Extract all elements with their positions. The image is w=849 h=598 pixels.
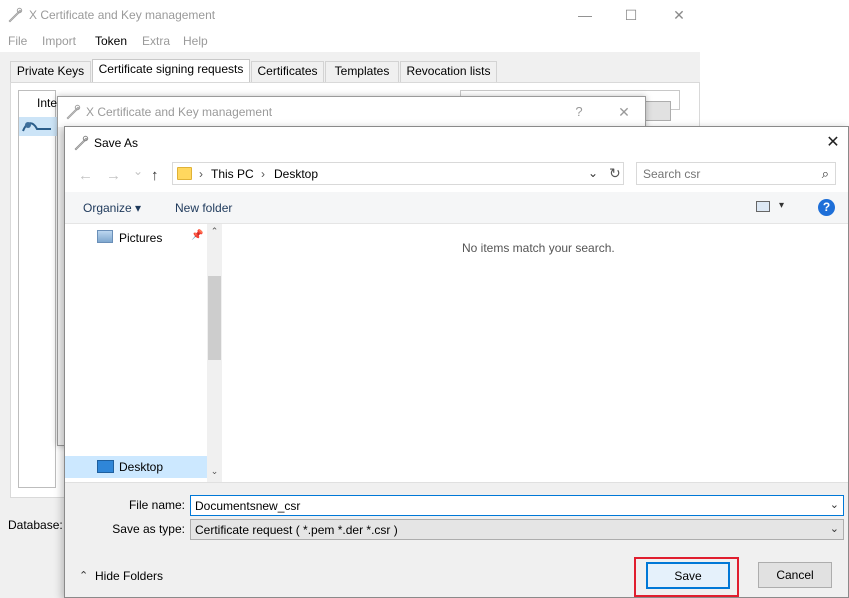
breadcrumb-separator-icon: › bbox=[261, 167, 265, 181]
list-header-internal-name[interactable]: Inte bbox=[37, 96, 57, 110]
breadcrumb-separator-icon: › bbox=[199, 167, 203, 181]
save-as-title: Save As bbox=[94, 136, 139, 150]
nav-item-desktop[interactable]: Desktop bbox=[65, 456, 207, 478]
export-dialog-help-button[interactable]: ? bbox=[556, 97, 602, 127]
refresh-icon[interactable]: ↻ bbox=[609, 165, 621, 182]
menu-help[interactable]: Help bbox=[183, 34, 208, 48]
csr-icon bbox=[22, 122, 51, 132]
menu-extra[interactable]: Extra bbox=[142, 34, 170, 48]
file-name-label: File name: bbox=[128, 498, 185, 512]
side-button[interactable] bbox=[645, 101, 671, 121]
breadcrumb-desktop[interactable]: Desktop bbox=[274, 167, 318, 181]
app-icon bbox=[66, 104, 81, 120]
nav-scrollbar[interactable]: ⌃ ⌄ bbox=[207, 224, 222, 482]
export-dialog-title: X Certificate and Key management bbox=[86, 105, 273, 119]
nav-item-label: Pictures bbox=[119, 231, 163, 245]
save-as-type-value: Certificate request ( *.pem *.der *.csr … bbox=[195, 523, 398, 537]
hide-folders-label: Hide Folders bbox=[95, 569, 164, 583]
menu-token[interactable]: Token bbox=[95, 34, 127, 48]
search-box[interactable]: ⌕ bbox=[636, 162, 836, 185]
export-dialog-close-button[interactable]: ✕ bbox=[601, 97, 647, 127]
command-bar: Organize ▾ New folder ▾ ? bbox=[65, 192, 848, 224]
nav-item-label: Desktop bbox=[119, 460, 164, 474]
navigation-pane: Pictures 📌 Desktop ⌃ ⌄ bbox=[65, 224, 222, 482]
forward-arrow-icon[interactable]: → bbox=[106, 167, 121, 184]
chevron-up-icon: ⌃ bbox=[79, 570, 89, 582]
export-dialog-titlebar: X Certificate and Key management ? ✕ bbox=[58, 97, 645, 127]
address-dropdown-chevron-icon[interactable]: ⌄ bbox=[588, 166, 598, 180]
organize-button[interactable]: Organize ▾ bbox=[83, 201, 141, 215]
search-input[interactable] bbox=[643, 166, 803, 182]
back-arrow-icon[interactable]: ← bbox=[78, 167, 93, 184]
pictures-icon bbox=[97, 230, 113, 243]
menubar: File Import Token Extra Help bbox=[0, 30, 700, 52]
main-window-title: X Certificate and Key management bbox=[29, 8, 216, 22]
save-as-dialog: Save As ✕ ← → ⌄ ↑ › This PC › Desktop ⌄ … bbox=[64, 126, 849, 598]
tab-certificates[interactable]: Certificates bbox=[251, 61, 324, 82]
list-item[interactable] bbox=[19, 117, 57, 136]
file-name-combobox[interactable]: ⌄ bbox=[190, 495, 844, 516]
new-folder-button[interactable]: New folder bbox=[175, 201, 232, 215]
maximize-button[interactable]: ☐ bbox=[608, 0, 654, 30]
app-icon bbox=[74, 135, 89, 151]
view-icon[interactable] bbox=[756, 201, 770, 212]
tab-private-keys[interactable]: Private Keys bbox=[10, 61, 91, 82]
csr-list[interactable] bbox=[18, 90, 56, 488]
recent-locations-chevron-icon[interactable]: ⌄ bbox=[133, 164, 143, 178]
breadcrumb-this-pc[interactable]: This PC bbox=[211, 167, 254, 181]
folder-icon bbox=[177, 167, 192, 180]
address-bar[interactable]: › This PC › Desktop ⌄ ↻ bbox=[172, 162, 624, 185]
tab-revocation-lists[interactable]: Revocation lists bbox=[400, 61, 497, 82]
menu-import[interactable]: Import bbox=[42, 34, 76, 48]
save-options-panel: File name: ⌄ Save as type: Certificate r… bbox=[65, 482, 848, 597]
file-list[interactable]: No items match your search. bbox=[222, 224, 848, 482]
up-arrow-icon[interactable]: ↑ bbox=[151, 167, 159, 184]
save-as-type-dropdown-chevron-icon[interactable]: ⌄ bbox=[830, 522, 839, 535]
address-row: ← → ⌄ ↑ › This PC › Desktop ⌄ ↻ ⌕ bbox=[65, 158, 848, 192]
scroll-up-icon[interactable]: ⌃ bbox=[207, 226, 222, 237]
scroll-thumb[interactable] bbox=[208, 276, 221, 360]
scroll-down-icon[interactable]: ⌄ bbox=[207, 466, 222, 477]
file-name-field[interactable] bbox=[195, 498, 795, 513]
tab-templates[interactable]: Templates bbox=[325, 61, 399, 82]
empty-message: No items match your search. bbox=[462, 241, 615, 255]
main-titlebar: X Certificate and Key management — ☐ ✕ bbox=[0, 0, 700, 30]
tab-certificate-signing-requests[interactable]: Certificate signing requests bbox=[92, 59, 250, 82]
search-icon[interactable]: ⌕ bbox=[822, 166, 829, 182]
menu-file[interactable]: File bbox=[8, 34, 27, 48]
app-icon bbox=[8, 7, 23, 23]
save-button[interactable]: Save bbox=[646, 562, 730, 589]
file-name-dropdown-chevron-icon[interactable]: ⌄ bbox=[830, 498, 839, 511]
view-dropdown-chevron-icon[interactable]: ▾ bbox=[779, 200, 784, 211]
help-icon[interactable]: ? bbox=[818, 199, 835, 216]
save-as-titlebar: Save As ✕ bbox=[65, 127, 848, 158]
save-as-close-button[interactable]: ✕ bbox=[818, 127, 848, 158]
desktop-icon bbox=[97, 460, 114, 473]
minimize-button[interactable]: — bbox=[562, 0, 608, 30]
hide-folders-button[interactable]: ⌃ Hide Folders bbox=[79, 568, 189, 584]
main-close-button[interactable]: ✕ bbox=[656, 0, 702, 30]
pin-icon[interactable]: 📌 bbox=[191, 230, 203, 241]
save-as-type-label: Save as type: bbox=[112, 522, 185, 536]
save-as-type-select[interactable]: Certificate request ( *.pem *.der *.csr … bbox=[190, 519, 844, 540]
cancel-button[interactable]: Cancel bbox=[758, 562, 832, 588]
